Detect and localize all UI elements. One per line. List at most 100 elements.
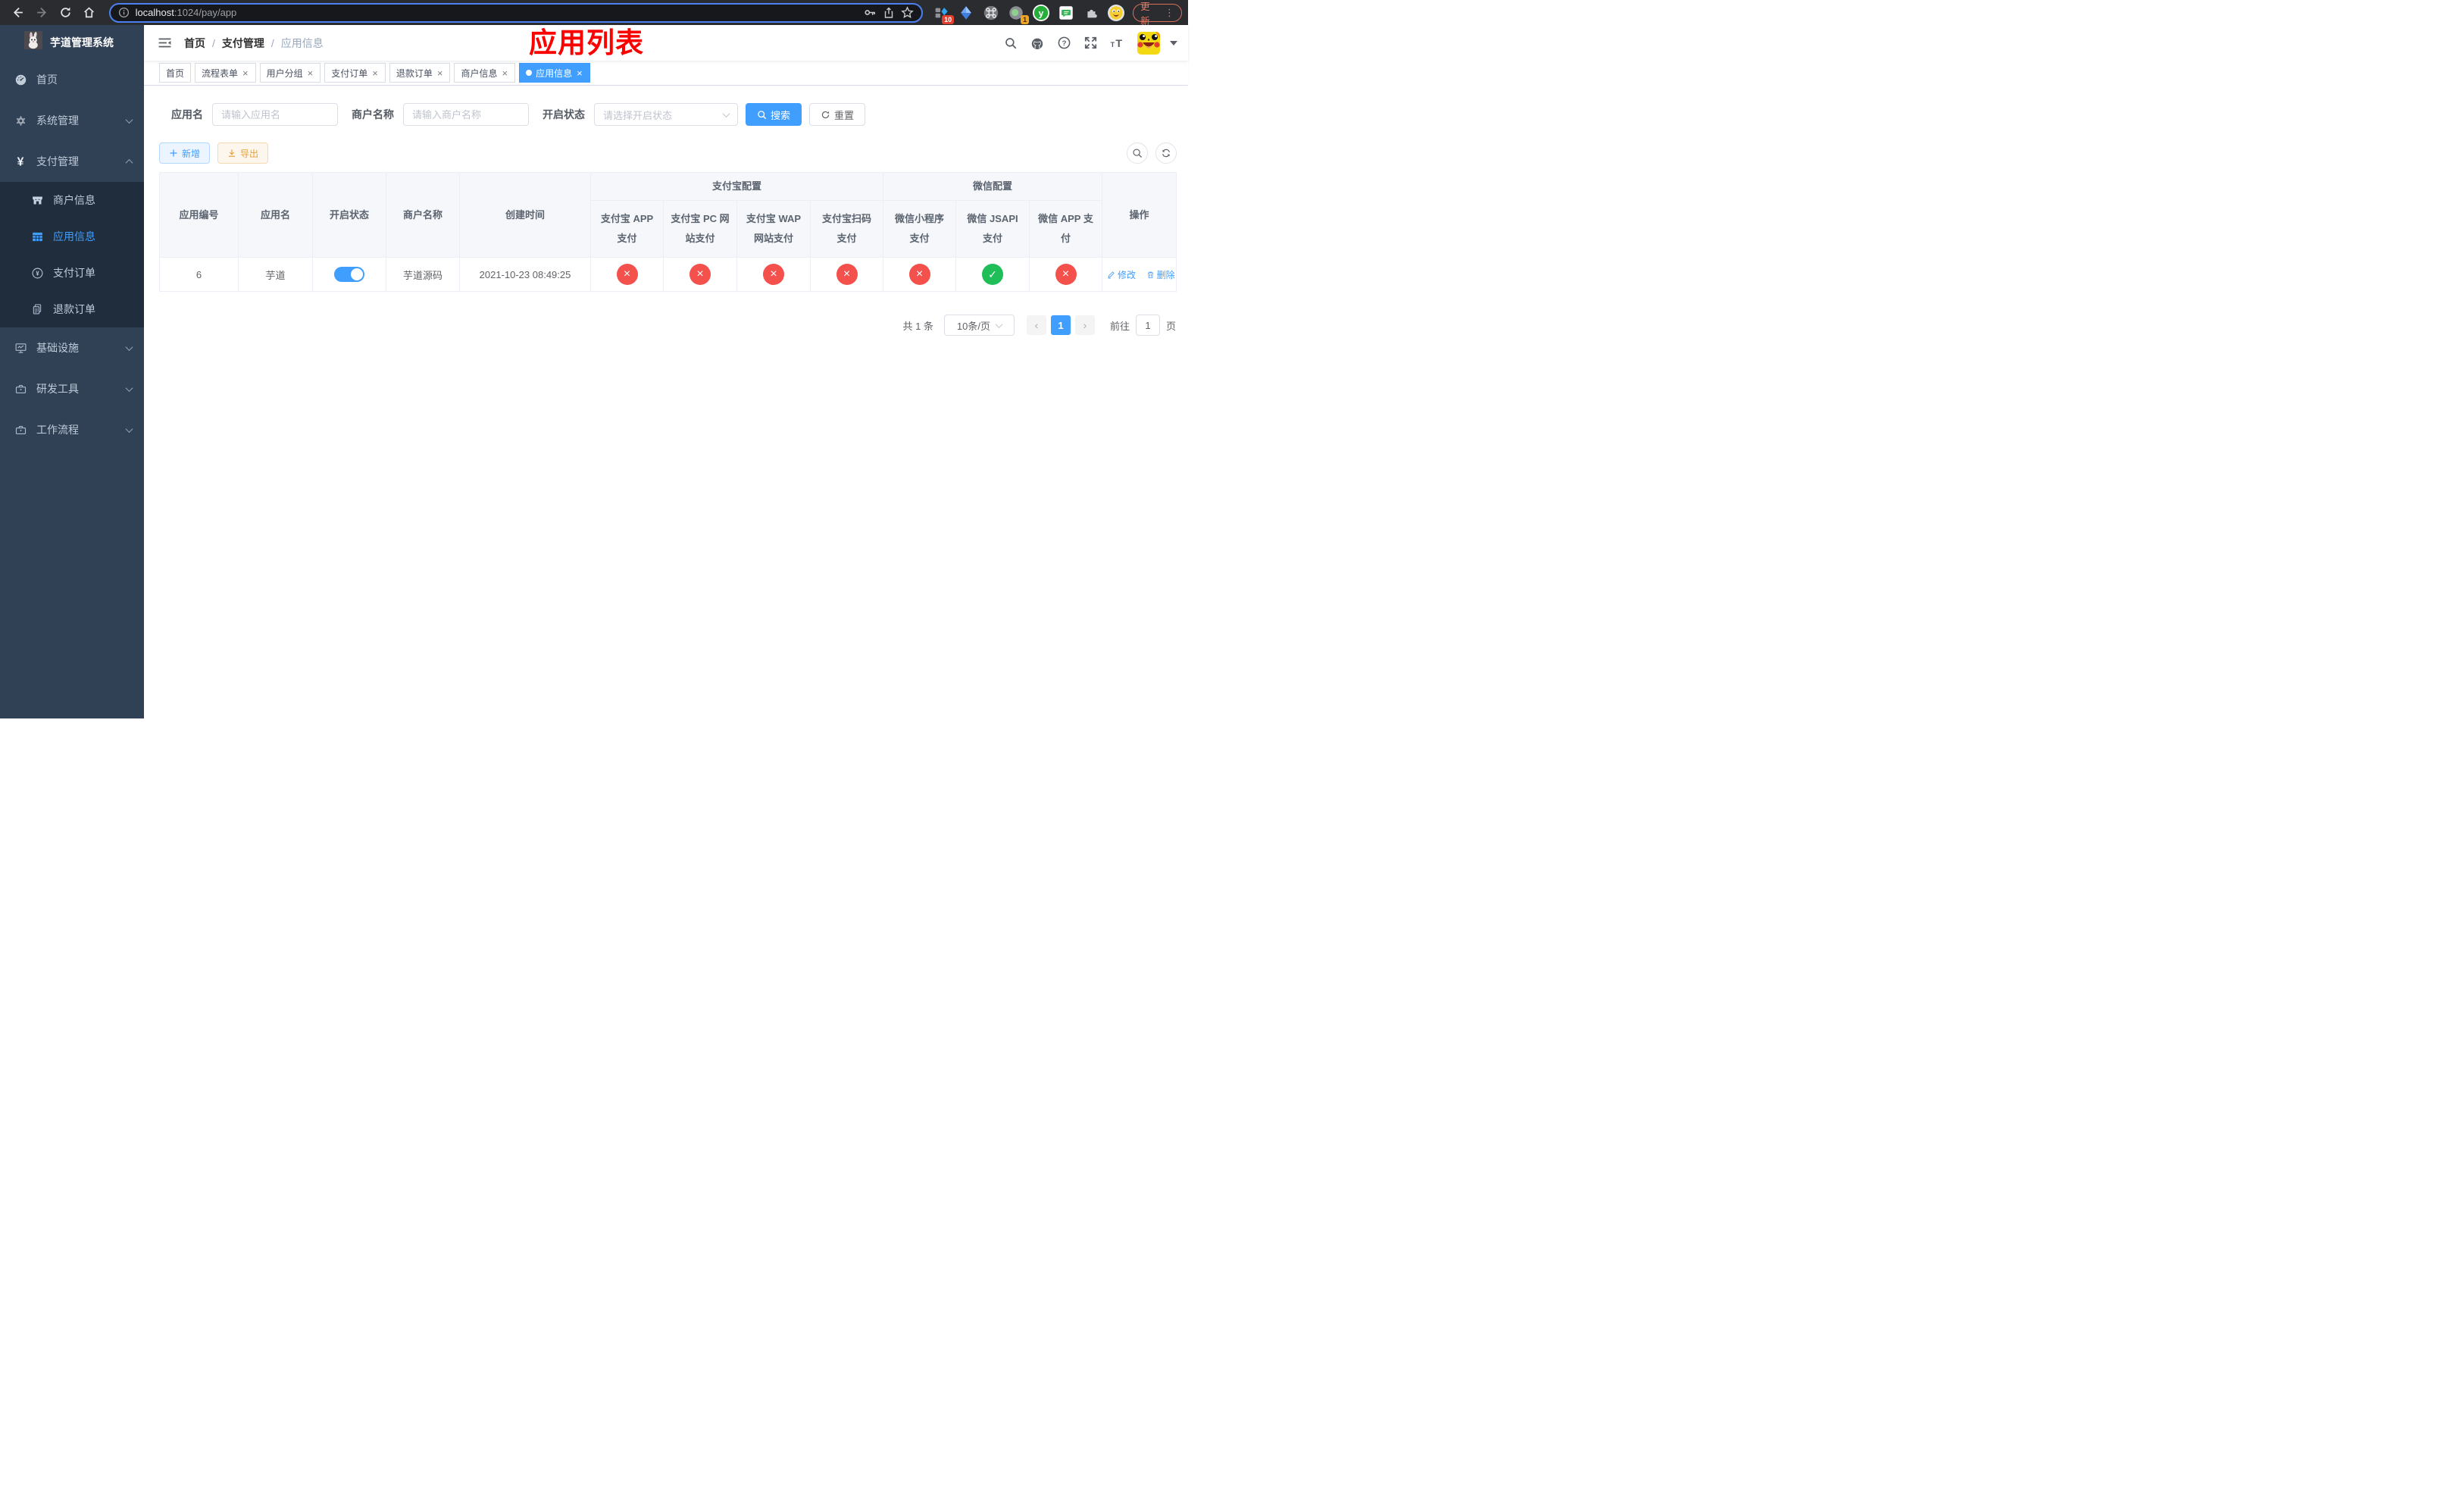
sidebar: 芋道管理系统 首页 系统管理 ¥ 支付管理 商户信息 应用信息 ¥ 支付订单 退…: [0, 25, 144, 718]
header-search-icon[interactable]: [1002, 34, 1020, 52]
app-name-input[interactable]: [212, 103, 338, 126]
share-icon[interactable]: [883, 7, 895, 19]
table-row: 6 芋道 芋道源码 2021-10-23 08:49:25 × × × × × …: [159, 257, 1177, 292]
toggle-search-button[interactable]: [1127, 142, 1148, 164]
status-select[interactable]: 请选择开启状态: [594, 103, 738, 126]
yen-icon: ¥: [14, 155, 27, 168]
status-toggle[interactable]: [334, 267, 364, 282]
col-header-wechat-app: 微信 APP 支付: [1029, 200, 1103, 258]
browser-home-button[interactable]: [80, 3, 98, 23]
col-header-actions: 操作: [1102, 172, 1177, 258]
gear-icon: [14, 114, 27, 127]
merchant-name-input[interactable]: [403, 103, 529, 126]
next-page-button[interactable]: ›: [1074, 315, 1095, 335]
sidebar-toggle-button[interactable]: [158, 36, 172, 50]
extension-kite-icon[interactable]: [957, 4, 975, 22]
page-size-select[interactable]: 10条/页: [943, 315, 1015, 336]
fullscreen-icon[interactable]: [1081, 34, 1099, 52]
address-bar[interactable]: localhost:1024/pay/app: [108, 2, 924, 23]
chevron-down-icon: [125, 115, 133, 124]
extension-sidepanel-icon[interactable]: 10: [932, 4, 955, 24]
alipay-pc-status-icon: [689, 264, 711, 285]
sidebar-item-system[interactable]: 系统管理: [0, 100, 144, 141]
user-avatar[interactable]: [1137, 31, 1160, 55]
breadcrumb-home[interactable]: 首页: [184, 36, 205, 51]
close-icon[interactable]: ×: [307, 68, 314, 78]
page-number-current[interactable]: 1: [1050, 315, 1071, 335]
sidebar-item-dev-tools[interactable]: 研发工具: [0, 368, 144, 409]
sidebar-item-refund-orders[interactable]: 退款订单: [0, 291, 144, 327]
search-icon: [758, 110, 767, 119]
alipay-wap-status-icon: [763, 264, 784, 285]
col-header-create-time: 创建时间: [459, 172, 591, 258]
help-icon[interactable]: ?: [1055, 34, 1073, 52]
extension-recorder-icon[interactable]: 1: [1007, 4, 1030, 24]
breadcrumb-parent[interactable]: 支付管理: [222, 36, 264, 51]
svg-text:¥: ¥: [36, 270, 39, 277]
sidebar-item-merchant-info[interactable]: 商户信息: [0, 182, 144, 218]
browser-forward-button[interactable]: [32, 3, 51, 23]
export-button[interactable]: 导出: [217, 142, 269, 164]
pagination-total: 共 1 条: [902, 320, 933, 332]
annotation-overlay-text: 应用列表: [529, 27, 644, 58]
extensions-area: 10 1 y: [932, 4, 1125, 24]
sidebar-item-app-info[interactable]: 应用信息: [0, 218, 144, 255]
font-size-icon[interactable]: TT: [1108, 34, 1126, 52]
close-icon[interactable]: ×: [242, 68, 249, 78]
bookmark-star-icon[interactable]: [901, 6, 914, 19]
dashboard-icon: [14, 74, 27, 86]
sidebar-item-payment[interactable]: ¥ 支付管理: [0, 141, 144, 182]
sidebar-item-infrastructure[interactable]: 基础设施: [0, 327, 144, 368]
hamburger-icon: [158, 38, 171, 48]
search-button[interactable]: 搜索: [746, 103, 802, 126]
tags-view-bar: 首页 流程表单 × 用户分组 × 支付订单 × 退款订单 × 商户信息 × 应用信息 ×: [144, 61, 1188, 86]
sidebar-item-home[interactable]: 首页: [0, 59, 144, 100]
tab-merchant-info[interactable]: 商户信息 ×: [454, 63, 516, 83]
site-info-icon[interactable]: [118, 7, 130, 18]
sidebar-item-label: 支付订单: [53, 267, 95, 279]
tab-refund-orders[interactable]: 退款订单 ×: [389, 63, 451, 83]
browser-back-button[interactable]: [8, 3, 27, 23]
extension-chat-icon[interactable]: [1057, 4, 1075, 22]
cell-create-time: 2021-10-23 08:49:25: [459, 257, 591, 292]
add-button[interactable]: 新增: [159, 142, 211, 164]
browser-profile-avatar[interactable]: [1107, 4, 1125, 22]
browser-reload-button[interactable]: [56, 3, 75, 23]
tab-pay-orders[interactable]: 支付订单 ×: [324, 63, 386, 83]
wechat-jsapi-status-icon: [982, 264, 1004, 285]
col-header-wechat-jsapi: 微信 JSAPI 支付: [955, 200, 1030, 258]
password-key-icon[interactable]: [864, 6, 877, 19]
col-header-alipay-app: 支付宝 APP 支付: [590, 200, 664, 258]
alipay-app-status-icon: [616, 264, 638, 285]
tab-user-group[interactable]: 用户分组 ×: [259, 63, 321, 83]
tab-home[interactable]: 首页: [159, 63, 192, 83]
tab-process-form[interactable]: 流程表单 ×: [195, 63, 256, 83]
page-unit-label: 页: [1165, 320, 1176, 332]
delete-link[interactable]: 删除: [1146, 268, 1175, 281]
chrome-update-button[interactable]: 更新 ⋮: [1133, 2, 1183, 27]
close-icon[interactable]: ×: [436, 68, 444, 78]
breadcrumb: 首页 / 支付管理 / 应用信息: [184, 36, 324, 51]
sidebar-item-pay-orders[interactable]: ¥ 支付订单: [0, 255, 144, 291]
reload-icon: [61, 7, 70, 17]
sidebar-item-label: 商户信息: [53, 194, 95, 206]
page: localhost:1024/pay/app 10 1 y 更新 ⋮ 芋道管理系…: [0, 0, 1188, 718]
refresh-table-button[interactable]: [1155, 142, 1177, 164]
close-icon[interactable]: ×: [371, 68, 379, 78]
reset-button[interactable]: 重置: [809, 103, 866, 126]
cell-app-name: 芋道: [238, 257, 313, 292]
github-icon[interactable]: [1028, 34, 1046, 52]
browser-menu-icon[interactable]: ⋮: [1165, 7, 1174, 19]
extension-command-icon[interactable]: [982, 4, 1000, 22]
chevron-down-icon: [125, 424, 133, 433]
extension-y-icon[interactable]: y: [1032, 4, 1050, 22]
extensions-puzzle-icon[interactable]: [1082, 4, 1100, 22]
goto-page-input[interactable]: [1135, 315, 1160, 336]
close-icon[interactable]: ×: [576, 68, 583, 78]
sidebar-item-workflow[interactable]: 工作流程: [0, 409, 144, 450]
edit-link[interactable]: 修改: [1107, 268, 1136, 281]
prev-page-button[interactable]: ‹: [1026, 315, 1046, 335]
avatar-caret-down-icon[interactable]: [1170, 40, 1177, 45]
tab-app-info[interactable]: 应用信息 ×: [519, 63, 590, 83]
close-icon[interactable]: ×: [501, 68, 508, 78]
